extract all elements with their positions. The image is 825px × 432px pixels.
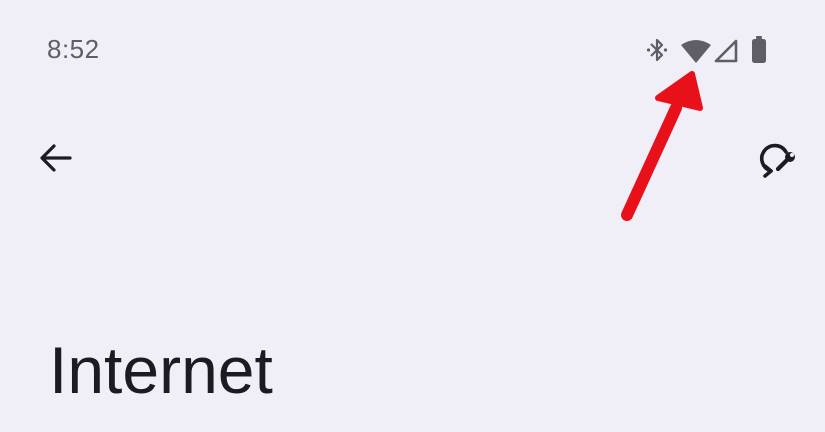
status-icons: [640, 34, 780, 66]
network-reset-button[interactable]: [747, 130, 803, 186]
arrow-back-icon: [40, 144, 72, 172]
status-time: 8:52: [47, 34, 100, 64]
status-bar: 8:52: [0, 0, 825, 100]
bluetooth-icon: [646, 38, 668, 62]
network-reset-icon: [760, 143, 795, 178]
cellular-signal-icon: [714, 39, 738, 63]
page-title: Internet: [49, 333, 273, 407]
wifi-icon: [681, 40, 711, 63]
back-button[interactable]: [28, 130, 84, 186]
battery-icon: [752, 36, 766, 63]
internet-settings-screen: 8:52 Internet: [0, 0, 825, 432]
app-bar: [0, 110, 825, 200]
